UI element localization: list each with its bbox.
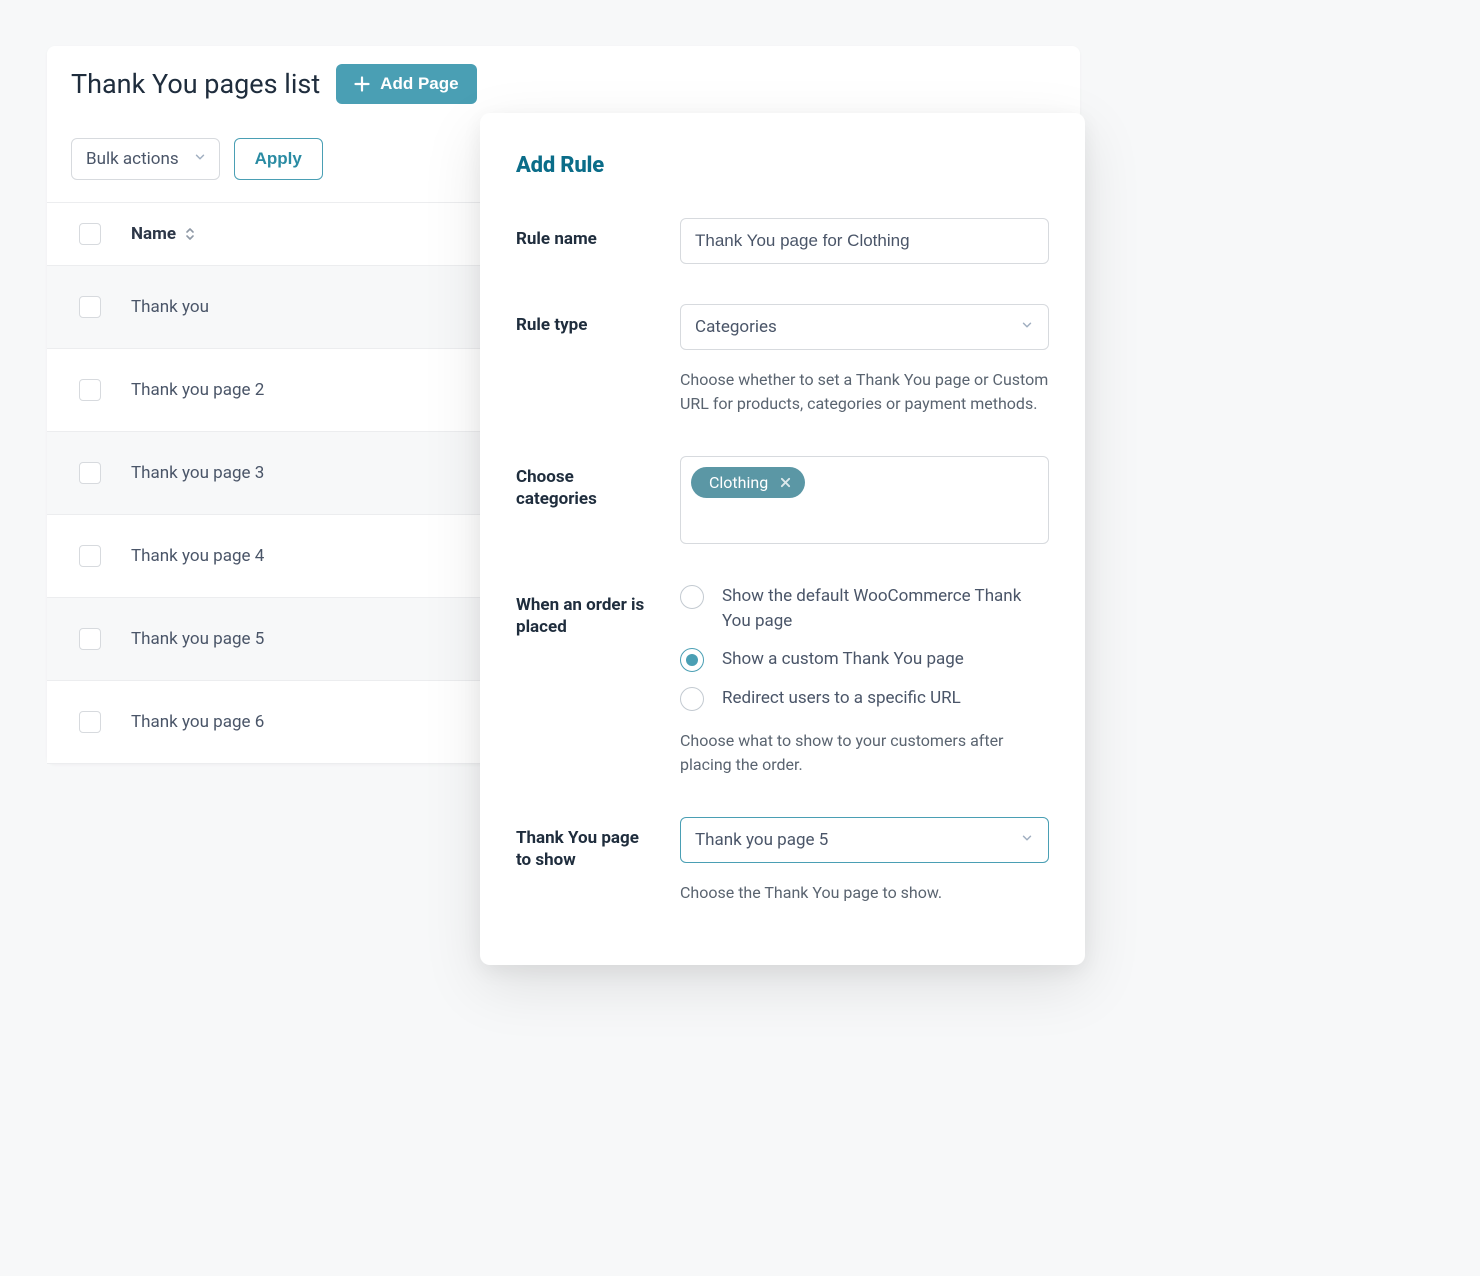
row-checkbox[interactable] bbox=[79, 379, 101, 401]
column-name-label: Name bbox=[131, 224, 176, 244]
row-checkbox[interactable] bbox=[79, 545, 101, 567]
category-tag-label: Clothing bbox=[709, 473, 768, 492]
rule-type-label: Rule type bbox=[516, 304, 656, 416]
when-order-label: When an order is placed bbox=[516, 584, 656, 777]
field-page-to-show: Thank You page to show Thank you page 5 … bbox=[516, 817, 1049, 905]
plus-icon bbox=[354, 76, 370, 92]
page-title: Thank You pages list bbox=[71, 68, 320, 100]
order-placed-radio-group: Show the default WooCommerce Thank You p… bbox=[680, 584, 1049, 711]
add-page-button[interactable]: Add Page bbox=[336, 64, 476, 104]
bulk-actions-select[interactable]: Bulk actions bbox=[71, 138, 220, 180]
page-to-show-value: Thank you page 5 bbox=[695, 830, 828, 850]
radio-option-redirect-url[interactable]: Redirect users to a specific URL bbox=[680, 686, 1049, 711]
field-when-order-placed: When an order is placed Show the default… bbox=[516, 584, 1049, 777]
categories-tag-input[interactable]: Clothing bbox=[680, 456, 1049, 544]
row-checkbox[interactable] bbox=[79, 462, 101, 484]
field-choose-categories: Choose categories Clothing bbox=[516, 456, 1049, 544]
radio-label: Redirect users to a specific URL bbox=[722, 686, 961, 711]
radio-label: Show a custom Thank You page bbox=[722, 647, 964, 672]
choose-categories-label: Choose categories bbox=[516, 456, 656, 544]
rule-name-input[interactable] bbox=[680, 218, 1049, 264]
chevron-down-icon bbox=[193, 149, 207, 169]
radio-icon bbox=[680, 687, 704, 711]
page-to-show-label: Thank You page to show bbox=[516, 817, 656, 905]
sort-icon bbox=[184, 227, 196, 241]
row-name: Thank you page 5 bbox=[131, 629, 264, 649]
add-rule-panel: Add Rule Rule name Rule type Categories … bbox=[480, 113, 1085, 965]
select-all-checkbox[interactable] bbox=[79, 223, 101, 245]
rule-type-value: Categories bbox=[695, 317, 777, 337]
list-header: Thank You pages list Add Page bbox=[47, 46, 1080, 104]
bulk-actions-label: Bulk actions bbox=[86, 149, 179, 169]
apply-button[interactable]: Apply bbox=[234, 138, 323, 180]
page-to-show-help: Choose the Thank You page to show. bbox=[680, 881, 1049, 905]
row-name: Thank you page 6 bbox=[131, 712, 264, 732]
when-order-help: Choose what to show to your customers af… bbox=[680, 729, 1049, 777]
radio-icon bbox=[680, 648, 704, 672]
field-rule-name: Rule name bbox=[516, 218, 1049, 264]
column-header-name[interactable]: Name bbox=[131, 224, 196, 244]
rule-type-help: Choose whether to set a Thank You page o… bbox=[680, 368, 1049, 416]
radio-label: Show the default WooCommerce Thank You p… bbox=[722, 584, 1049, 633]
row-name: Thank you page 2 bbox=[131, 380, 264, 400]
row-checkbox[interactable] bbox=[79, 711, 101, 733]
radio-option-default[interactable]: Show the default WooCommerce Thank You p… bbox=[680, 584, 1049, 633]
rule-type-select[interactable]: Categories bbox=[680, 304, 1049, 350]
field-rule-type: Rule type Categories Choose whether to s… bbox=[516, 304, 1049, 416]
panel-title: Add Rule bbox=[516, 153, 1049, 178]
row-checkbox[interactable] bbox=[79, 296, 101, 318]
row-name: Thank you page 3 bbox=[131, 463, 264, 483]
row-name: Thank you bbox=[131, 297, 209, 317]
category-tag: Clothing bbox=[691, 467, 805, 498]
chevron-down-icon bbox=[1020, 830, 1034, 850]
page-to-show-select[interactable]: Thank you page 5 bbox=[680, 817, 1049, 863]
radio-option-custom-page[interactable]: Show a custom Thank You page bbox=[680, 647, 1049, 672]
chevron-down-icon bbox=[1020, 317, 1034, 337]
add-page-label: Add Page bbox=[380, 74, 458, 94]
row-name: Thank you page 4 bbox=[131, 546, 264, 566]
rule-name-label: Rule name bbox=[516, 218, 656, 264]
row-checkbox[interactable] bbox=[79, 628, 101, 650]
remove-tag-icon[interactable] bbox=[780, 477, 791, 488]
radio-icon bbox=[680, 585, 704, 609]
